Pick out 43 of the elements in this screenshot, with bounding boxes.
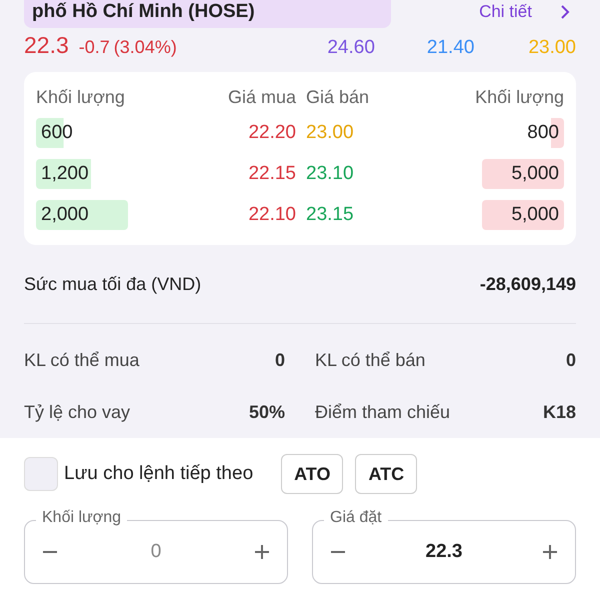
bid-volume: 2,000	[36, 200, 128, 230]
buying-power-value: -28,609,149	[480, 274, 576, 294]
price-change: -0.7	[78, 37, 110, 58]
ask-price: 23.00	[305, 122, 355, 144]
ask-price: 23.15	[305, 204, 355, 226]
session-button[interactable]: ATO	[281, 454, 344, 494]
session-button[interactable]: ATC	[355, 454, 418, 494]
reference-price: 23.00	[528, 37, 576, 59]
plus-icon[interactable]	[540, 543, 559, 561]
detail-link[interactable]: Chi tiết	[479, 2, 570, 22]
field-value: 0	[150, 541, 162, 563]
stat-label: Tỷ lệ cho vay	[24, 402, 130, 422]
buying-power-label: Sức mua tối đa (VND)	[24, 274, 202, 294]
ask-volume: 5,000	[482, 158, 564, 188]
save-checkbox-label: Lưu cho lệnh tiếp theo	[64, 463, 254, 485]
stat-label: KL có thể bán	[315, 350, 426, 370]
stat-value: 0	[274, 350, 285, 370]
price-change-percent: (3.04%)	[114, 37, 177, 58]
stat-value: K18	[542, 402, 576, 422]
field-label: Giá đặt	[324, 509, 388, 527]
last-price: 22.3	[24, 32, 69, 59]
column-header: Giá mua	[226, 86, 296, 108]
stat-value: 0	[566, 350, 576, 370]
plus-icon[interactable]	[252, 543, 271, 561]
stat-label: KL có thể mua	[24, 350, 140, 370]
bid-price: 22.15	[247, 162, 296, 184]
bid-price: 22.10	[247, 204, 296, 226]
floor-price: 21.40	[426, 37, 474, 59]
stat-label: Điểm tham chiếu	[315, 402, 450, 422]
column-header: Khối lượng	[36, 86, 126, 108]
ask-price: 23.10	[305, 162, 355, 184]
field-label: Khối lượng	[36, 509, 128, 527]
column-header: Khối lượng	[474, 86, 564, 108]
bid-price: 22.20	[247, 122, 296, 144]
field-value: 22.3	[426, 541, 462, 563]
chevron-right-icon	[560, 4, 570, 20]
stat-value: 50%	[248, 402, 285, 422]
save-checkbox[interactable]	[24, 457, 58, 491]
column-header: Giá bán	[305, 86, 370, 108]
ask-volume: 5,000	[482, 200, 564, 230]
bid-volume: 1,200	[36, 158, 94, 188]
ceiling-price: 24.60	[327, 37, 375, 59]
exchange-label: phố Hồ Chí Minh (HOSE)	[24, 0, 391, 28]
